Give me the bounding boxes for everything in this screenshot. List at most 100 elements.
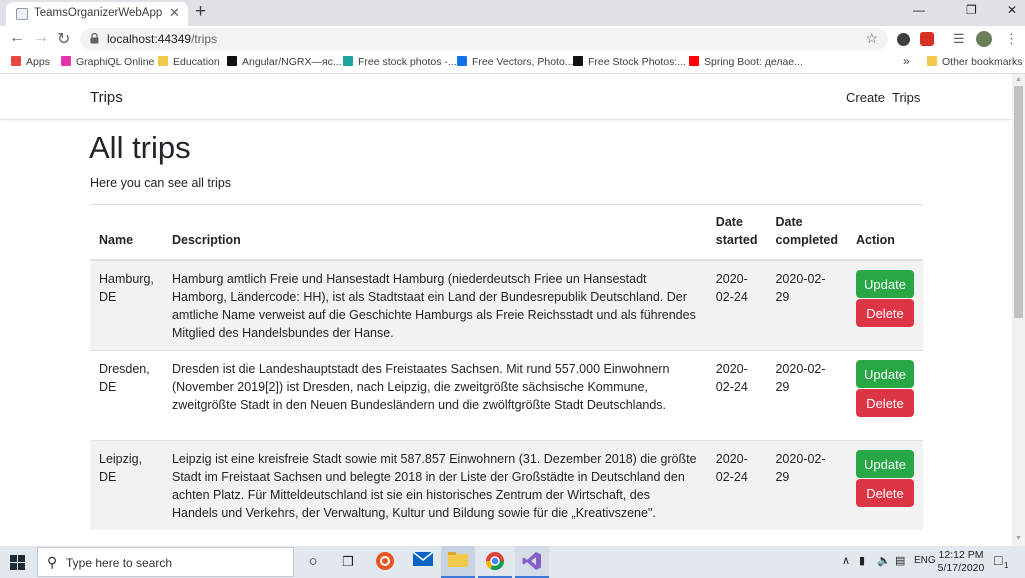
- url-path: /trips: [191, 32, 218, 46]
- apps-grid-icon: [11, 56, 21, 66]
- back-icon[interactable]: ←: [9, 29, 25, 47]
- cell-name: Hamburg, DE: [90, 259, 163, 351]
- tray-expand-icon[interactable]: ∧: [842, 554, 850, 567]
- taskbar-search-input[interactable]: ⚲ Type here to search: [37, 547, 294, 577]
- bookmark-item[interactable]: Apps: [11, 56, 50, 68]
- freepik-icon: [457, 56, 467, 66]
- clock-date: 5/17/2020: [937, 562, 985, 574]
- mail-app-icon[interactable]: [412, 551, 434, 573]
- forward-icon[interactable]: →: [33, 29, 49, 47]
- chrome-icon[interactable]: [484, 551, 506, 573]
- header-description: Description: [162, 205, 707, 261]
- header-date-started: Date started: [706, 205, 767, 261]
- table-row: Leipzig, DE Leipzig ist eine kreisfreie S…: [90, 440, 923, 530]
- stock-photo-icon: [343, 56, 353, 66]
- youtube-icon: [689, 56, 699, 66]
- delete-button[interactable]: Delete: [855, 299, 914, 327]
- folder-icon: [158, 56, 168, 66]
- scroll-up-arrow-icon[interactable]: ▲: [1015, 76, 1022, 83]
- battery-icon[interactable]: ▮: [859, 554, 865, 567]
- bookmark-label: Education: [173, 56, 220, 68]
- cell-description: Hamburg amtlich Freie und Hansestadt Ham…: [162, 259, 707, 351]
- url-host: localhost:44349: [107, 32, 192, 46]
- search-icon: ⚲: [47, 554, 58, 570]
- medium-icon: [227, 56, 237, 66]
- other-bookmarks[interactable]: Other bookmarks: [927, 56, 1023, 68]
- bookmarks-bar: Other bookmarks » Apps GraphiQL Online Edu…: [0, 53, 1025, 74]
- page-subtitle: Here you can see all trips: [90, 176, 232, 190]
- profile-avatar[interactable]: [976, 31, 992, 47]
- taskbar-clock[interactable]: 12:12 PM 5/17/2020: [936, 549, 986, 575]
- update-button[interactable]: Update: [855, 360, 914, 388]
- close-window-icon[interactable]: ✕: [1007, 3, 1017, 17]
- reload-icon[interactable]: ↻: [57, 29, 70, 49]
- nav-trips-link[interactable]: Trips: [892, 90, 920, 105]
- address-bar[interactable]: localhost:44349/trips ☆: [80, 28, 888, 50]
- bookmark-item[interactable]: Angular/NGRX—яс...: [227, 56, 342, 68]
- scroll-down-arrow-icon[interactable]: ▼: [1015, 535, 1022, 542]
- cell-date-started: 2020-02-24: [706, 350, 767, 441]
- cortana-icon[interactable]: ○: [302, 551, 324, 573]
- cell-date-started: 2020-02-24: [706, 440, 767, 530]
- delete-button[interactable]: Delete: [855, 479, 914, 507]
- search-placeholder: Type here to search: [66, 556, 173, 570]
- bookmark-item[interactable]: Education: [158, 56, 220, 68]
- bookmark-label: Free Stock Photos:...: [588, 56, 687, 68]
- bookmark-star-icon[interactable]: ☆: [865, 30, 878, 47]
- bookmarks-overflow-icon[interactable]: »: [903, 54, 910, 68]
- windows-taskbar: ⚲ Type here to search ○ ❐ ∧ ▮ 🔈 ▤ ENG 12…: [0, 546, 1025, 578]
- network-icon[interactable]: ▤: [895, 554, 905, 567]
- bookmark-item[interactable]: Free stock photos -...: [343, 56, 457, 68]
- scrollbar-thumb[interactable]: [1014, 86, 1023, 318]
- cell-date-completed: 2020-02-29: [766, 350, 847, 441]
- nav-create-link[interactable]: Create: [846, 90, 885, 105]
- task-view-icon[interactable]: ❐: [337, 551, 359, 573]
- media-queue-icon[interactable]: ☰: [953, 31, 965, 47]
- page-favicon-icon: [16, 8, 28, 20]
- page-title: All trips: [89, 130, 191, 165]
- bookmark-label: Free stock photos -...: [358, 56, 457, 68]
- cell-name: Dresden, DE: [90, 350, 163, 441]
- page-viewport: Trips Create Trips All trips Here you ca…: [0, 74, 1012, 546]
- browser-toolbar: ← → ↻ localhost:44349/trips ☆ ☰ ⋮: [0, 26, 1025, 53]
- bookmark-label: Free Vectors, Photo...: [472, 56, 574, 68]
- dark-mode-extension-icon[interactable]: [897, 33, 910, 46]
- bookmark-item[interactable]: GraphiQL Online: [61, 56, 154, 68]
- cell-description: Dresden ist die Landeshauptstadt des Fre…: [162, 350, 707, 441]
- header-action: Action: [846, 205, 923, 261]
- volume-icon[interactable]: 🔈: [877, 554, 891, 567]
- delete-button[interactable]: Delete: [855, 389, 914, 417]
- minimize-icon[interactable]: —: [913, 3, 925, 17]
- browser-tab[interactable]: TeamsOrganizerWebApp ✕: [6, 2, 188, 26]
- ubuntu-app-icon[interactable]: [374, 551, 396, 573]
- page-scrollbar[interactable]: ▲ ▼: [1012, 74, 1025, 546]
- notification-count: 1: [1004, 561, 1009, 570]
- update-button[interactable]: Update: [855, 270, 914, 298]
- bookmark-item[interactable]: Free Stock Photos:...: [573, 56, 686, 68]
- menu-kebab-icon[interactable]: ⋮: [1005, 31, 1018, 47]
- table-row: Hamburg, DE Hamburg amtlich Freie und Han…: [90, 259, 923, 351]
- bookmark-item[interactable]: Free Vectors, Photo...: [457, 56, 574, 68]
- clock-time: 12:12 PM: [938, 549, 984, 561]
- extension-icon[interactable]: [920, 32, 934, 46]
- new-tab-icon[interactable]: +: [195, 1, 206, 23]
- navbar-brand[interactable]: Trips: [90, 89, 123, 106]
- visual-studio-icon[interactable]: [521, 551, 543, 573]
- file-explorer-icon[interactable]: [447, 551, 469, 573]
- windows-start-icon[interactable]: [10, 555, 25, 570]
- b-letter-icon: [573, 56, 583, 66]
- top-navbar: Trips Create Trips: [0, 74, 1012, 120]
- restore-icon[interactable]: ❐: [966, 3, 977, 17]
- close-tab-icon[interactable]: ✕: [169, 5, 180, 21]
- cell-date-completed: 2020-02-29: [766, 259, 847, 351]
- folder-icon: [927, 56, 937, 66]
- cell-description: Leipzig ist eine kreisfreie Stadt sowie …: [162, 440, 707, 530]
- bookmark-label: Apps: [26, 56, 50, 68]
- bookmark-item[interactable]: Spring Boot: делае...: [689, 56, 803, 68]
- url-text: localhost:44349/trips: [107, 32, 217, 46]
- table-row: Dresden, DE Dresden ist die Landeshauptst…: [90, 350, 923, 441]
- update-button[interactable]: Update: [855, 450, 914, 478]
- cell-action: Update Delete: [846, 259, 923, 351]
- notifications-icon[interactable]: □: [994, 552, 1002, 568]
- language-indicator[interactable]: ENG: [914, 555, 936, 566]
